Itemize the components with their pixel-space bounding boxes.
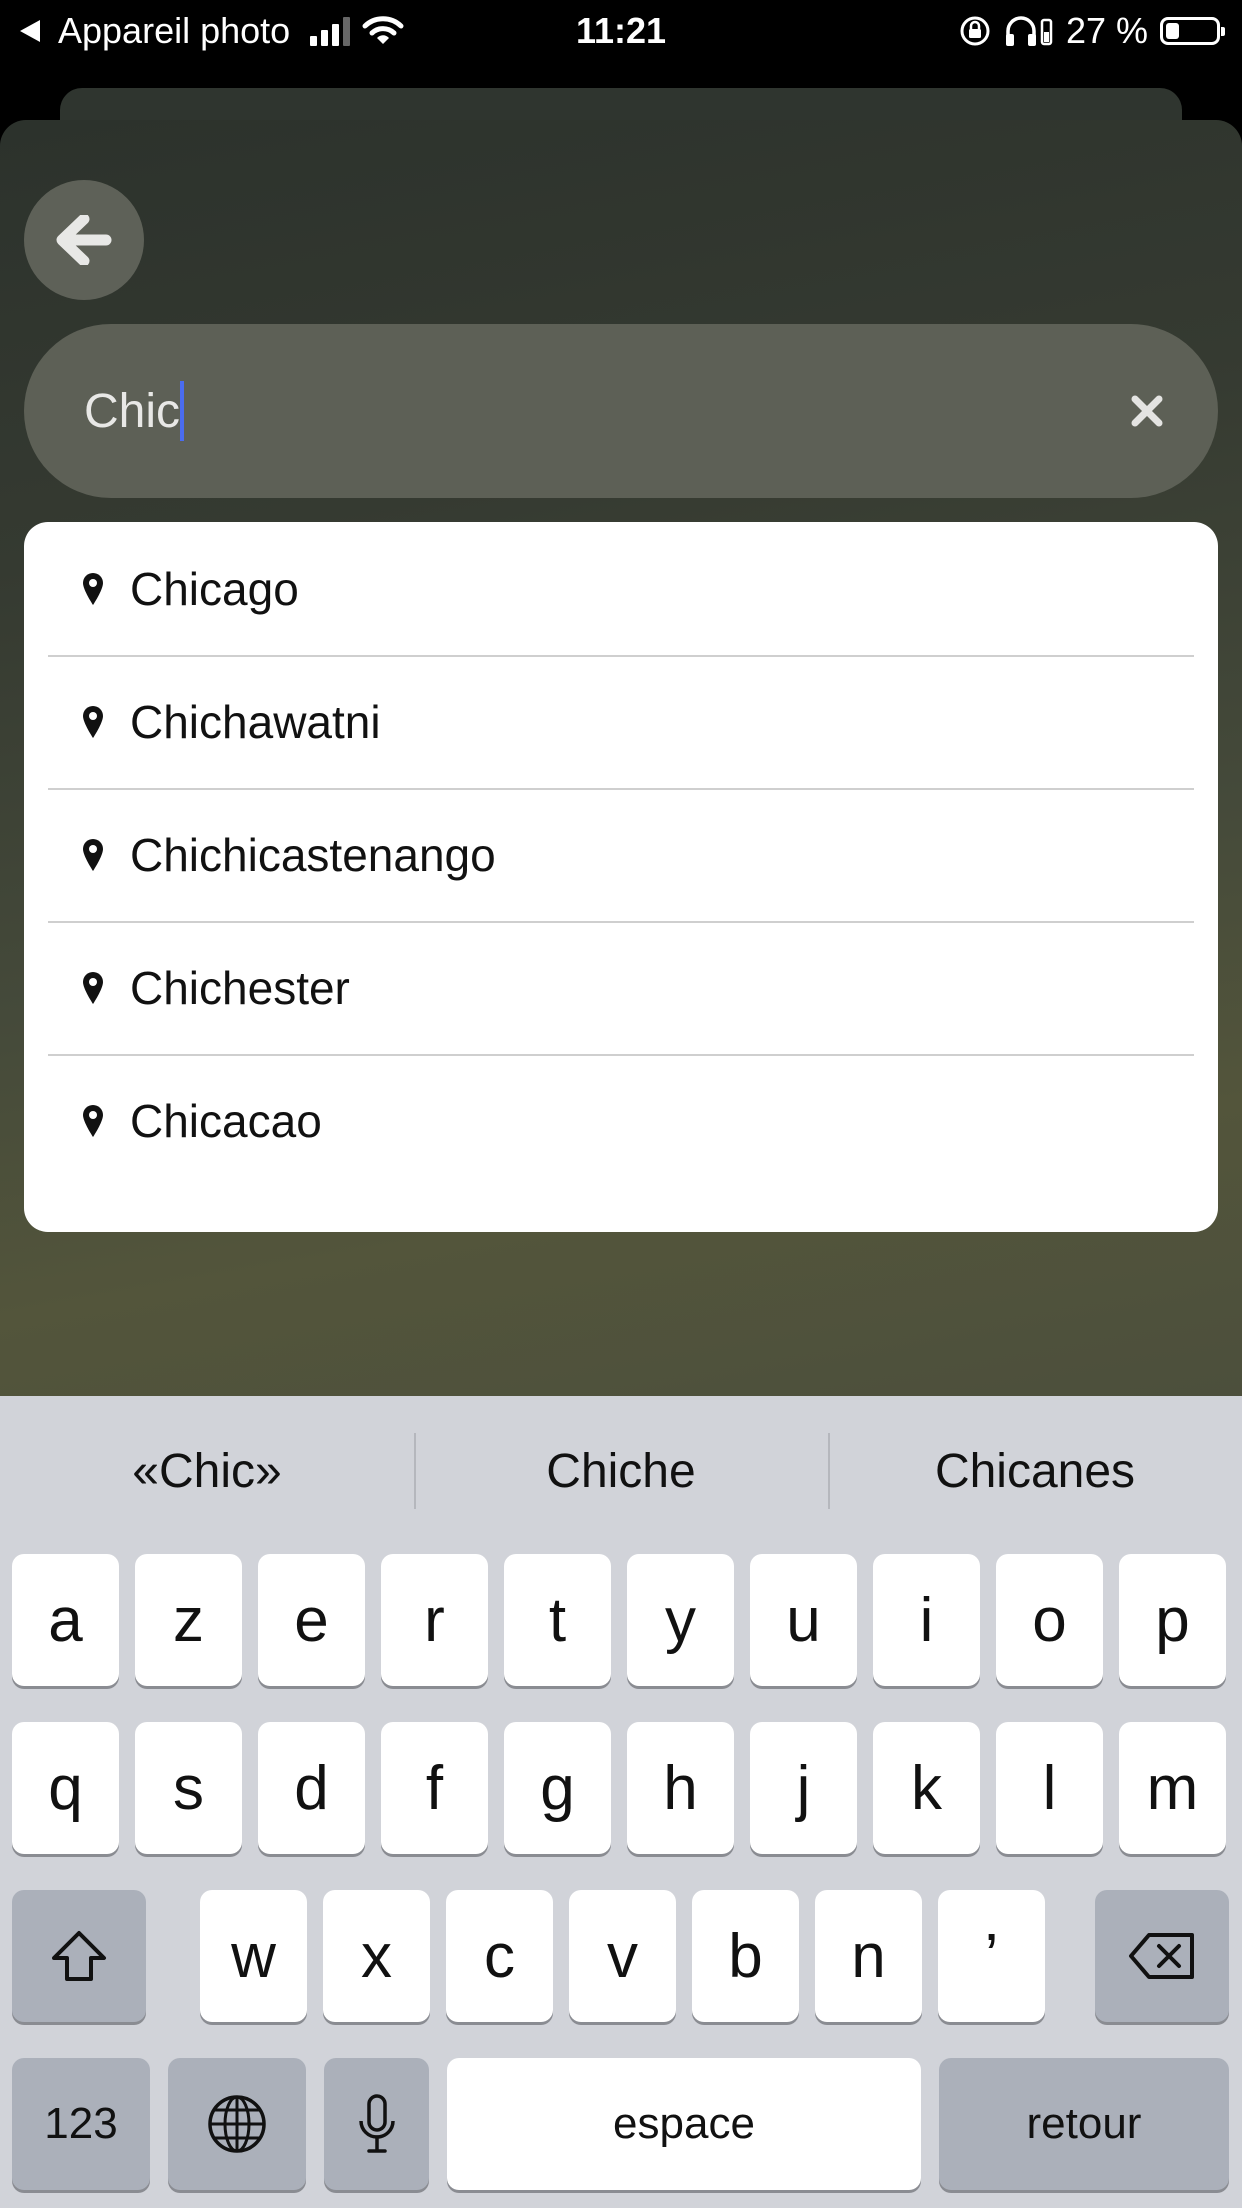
keyboard: «Chic» Chiche Chicanes a z e r t y u i o… [0,1396,1242,2208]
map-pin-icon [82,835,112,875]
globe-icon [208,2095,266,2153]
key-letter[interactable]: c [446,1890,553,2022]
back-button[interactable] [24,180,144,300]
headphones-battery-icon [1005,16,1053,46]
map-pin-icon [82,702,112,742]
key-letter[interactable]: u [750,1554,857,1686]
prediction-item[interactable]: Chicanes [828,1396,1242,1546]
status-bar: Appareil photo 11:21 27 % [0,0,1242,64]
list-item-label: Chicago [130,562,299,615]
clear-search-button[interactable] [1120,384,1174,438]
key-letter[interactable]: b [692,1890,799,2022]
key-letter[interactable]: s [135,1722,242,1854]
key-letter[interactable]: q [12,1722,119,1854]
key-letter[interactable]: i [873,1554,980,1686]
list-item[interactable]: Chichester [24,921,1218,1054]
map-pin-icon [82,1101,112,1141]
list-item-label: Chichester [130,961,350,1014]
key-letter[interactable]: n [815,1890,922,2022]
prediction-item[interactable]: Chiche [414,1396,828,1546]
numbers-key[interactable]: 123 [12,2058,150,2190]
key-letter[interactable]: e [258,1554,365,1686]
key-letter[interactable]: p [1119,1554,1226,1686]
arrow-left-icon [56,215,112,265]
map-pin-icon [82,569,112,609]
key-letter[interactable]: g [504,1722,611,1854]
prediction-item[interactable]: «Chic» [0,1396,414,1546]
backspace-icon [1129,1933,1194,1979]
microphone-icon [358,2094,395,2153]
list-item[interactable]: Chichicastenango [24,788,1218,921]
battery-icon [1160,17,1225,45]
space-key[interactable]: espace [447,2058,921,2190]
shift-key[interactable] [12,1890,146,2022]
key-letter[interactable]: o [996,1554,1103,1686]
map-pin-icon [82,968,112,1008]
key-letter[interactable]: r [381,1554,488,1686]
list-item-label: Chichicastenango [130,828,496,881]
key-letter[interactable]: v [569,1890,676,2022]
key-letter[interactable]: w [200,1890,307,2022]
key-letter[interactable]: m [1119,1722,1226,1854]
key-letter[interactable]: l [996,1722,1103,1854]
rotation-lock-icon [960,16,990,46]
search-input[interactable]: Chic [24,324,1218,498]
list-item[interactable]: Chicacao [24,1054,1218,1187]
delete-key[interactable] [1095,1890,1229,2022]
return-key[interactable]: retour [939,2058,1229,2190]
text-caret [180,381,185,441]
key-letter[interactable]: k [873,1722,980,1854]
list-item-label: Chicacao [130,1094,322,1147]
key-letter[interactable]: y [627,1554,734,1686]
key-letter[interactable]: d [258,1722,365,1854]
key-letter[interactable]: h [627,1722,734,1854]
shift-arrow-icon [52,1931,106,1981]
list-item[interactable]: Chichawatni [24,655,1218,788]
key-letter[interactable]: j [750,1722,857,1854]
search-input-value: Chic [84,384,181,438]
dictation-key[interactable] [324,2058,429,2190]
suggestion-list: Chicago Chichawatni Chichicastenango Chi… [24,522,1218,1232]
predictive-bar: «Chic» Chiche Chicanes [0,1396,1242,1546]
list-item-label: Chichawatni [130,695,381,748]
key-letter[interactable]: z [135,1554,242,1686]
list-item[interactable]: Chicago [24,522,1218,655]
key-letter[interactable]: x [323,1890,430,2022]
key-letter[interactable]: a [12,1554,119,1686]
key-letter[interactable]: f [381,1722,488,1854]
battery-percent: 27 % [1065,10,1148,51]
close-icon [1131,395,1163,427]
key-letter[interactable]: t [504,1554,611,1686]
globe-key[interactable] [168,2058,306,2190]
key-apostrophe[interactable]: ’ [938,1890,1045,2022]
